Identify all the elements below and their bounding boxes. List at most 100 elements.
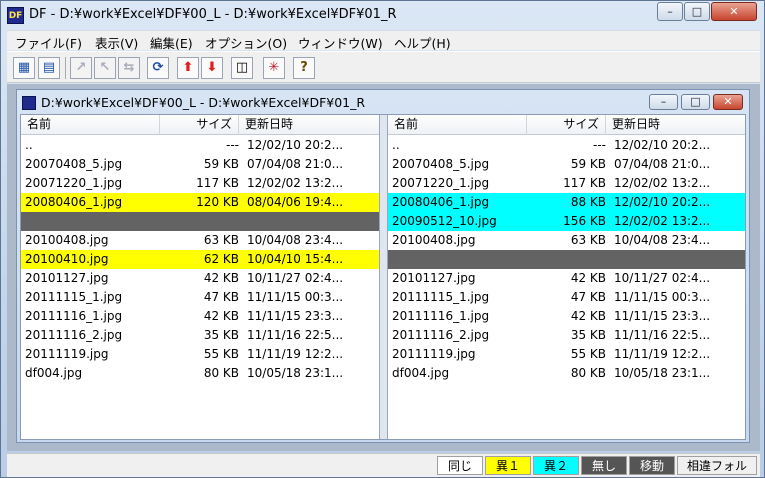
file-row[interactable]: df004.jpg 80 KB 10/05/18 23:1... — [388, 364, 745, 383]
copy-both-icon[interactable]: ⇆ — [118, 57, 140, 79]
col-size-header[interactable]: サイズ — [160, 115, 239, 135]
minimize-button[interactable]: – — [657, 2, 683, 21]
col-date-header[interactable]: 更新日時 — [606, 115, 745, 135]
menu-options[interactable]: オプション(O) — [205, 33, 287, 52]
file-name: 20090512_10.jpg — [392, 214, 497, 228]
toolbar-separator — [65, 57, 66, 79]
legend-diff-folder: 相違フォル — [677, 456, 757, 475]
file-date: 08/04/06 19:4... — [247, 195, 344, 209]
file-row[interactable]: 20101127.jpg 42 KB 10/11/27 02:4... — [21, 269, 379, 288]
file-row[interactable]: 20100408.jpg 63 KB 10/04/08 23:4... — [21, 231, 379, 250]
file-row[interactable]: 20111115_1.jpg 47 KB 11/11/15 00:3... — [388, 288, 745, 307]
file-size: 47 KB — [203, 290, 239, 304]
window-icon[interactable]: ◫ — [231, 57, 253, 79]
file-row[interactable] — [388, 250, 745, 269]
close-button[interactable]: ✕ — [711, 2, 757, 21]
menu-window[interactable]: ウィンドウ(W) — [298, 33, 383, 52]
file-row[interactable]: 20070408_5.jpg 59 KB 07/04/08 21:0... — [21, 155, 379, 174]
file-row[interactable]: df004.jpg 80 KB 10/05/18 23:1... — [21, 364, 379, 383]
copy-right-icon[interactable]: ↖ — [94, 57, 116, 79]
file-size: 63 KB — [203, 233, 239, 247]
file-name: 20101127.jpg — [392, 271, 476, 285]
file-size: 42 KB — [203, 309, 239, 323]
file-size: --- — [226, 138, 239, 152]
file-size: 59 KB — [203, 157, 239, 171]
right-file-list: .. --- 12/02/10 20:2... 20070408_5.jpg 59 KB… — [388, 136, 745, 383]
file-date: 10/04/08 23:4... — [247, 233, 344, 247]
file-name: 20101127.jpg — [25, 271, 109, 285]
menu-bar: ファイル(F) 表示(V) 編集(E) オプション(O) ウィンドウ(W) ヘル… — [7, 30, 760, 52]
file-row[interactable]: 20071220_1.jpg 117 KB 12/02/02 13:2... — [388, 174, 745, 193]
left-pane[interactable]: 名前 サイズ 更新日時 .. --- 12/02/10 20:2... 2007040… — [21, 115, 380, 439]
file-row[interactable]: 20111115_1.jpg 47 KB 11/11/15 00:3... — [21, 288, 379, 307]
file-name: .. — [392, 138, 400, 152]
title-bar[interactable]: DF DF - D:¥work¥Excel¥DF¥00_L - D:¥work¥… — [1, 1, 764, 29]
file-row[interactable]: 20111116_1.jpg 42 KB 11/11/15 23:3... — [388, 307, 745, 326]
compare-icon[interactable]: ▦ — [13, 57, 35, 79]
file-name: 20070408_5.jpg — [392, 157, 490, 171]
file-row[interactable]: 20070408_5.jpg 59 KB 07/04/08 21:0... — [388, 155, 745, 174]
file-row[interactable]: 20111119.jpg 55 KB 11/11/19 12:2... — [21, 345, 379, 364]
file-row[interactable]: 20111116_1.jpg 42 KB 11/11/15 23:3... — [21, 307, 379, 326]
file-date: 11/11/15 23:3... — [614, 309, 711, 323]
menu-view[interactable]: 表示(V) — [95, 33, 138, 52]
file-row[interactable]: .. --- 12/02/10 20:2... — [388, 136, 745, 155]
folder-compare-icon[interactable]: ▤ — [38, 57, 60, 79]
file-name: 20070408_5.jpg — [25, 157, 123, 171]
file-size: 47 KB — [570, 290, 606, 304]
compare-window: D:¥work¥Excel¥DF¥00_L - D:¥work¥Excel¥DF… — [16, 89, 750, 443]
file-size: 156 KB — [563, 214, 606, 228]
file-date: 07/04/08 21:0... — [247, 157, 344, 171]
download-icon[interactable]: ⬇ — [201, 57, 223, 79]
legend-diff2: 異２ — [533, 456, 579, 475]
refresh-icon[interactable]: ⟳ — [147, 57, 169, 79]
file-size: 55 KB — [570, 347, 606, 361]
menu-file[interactable]: ファイル(F) — [15, 33, 82, 52]
pane-splitter[interactable] — [380, 115, 387, 439]
file-row[interactable]: 20071220_1.jpg 117 KB 12/02/02 13:2... — [21, 174, 379, 193]
col-name-header[interactable]: 名前 — [388, 115, 527, 135]
file-name: 20071220_1.jpg — [392, 176, 490, 190]
file-size: 59 KB — [570, 157, 606, 171]
file-size: 120 KB — [196, 195, 239, 209]
menu-help[interactable]: ヘルプ(H) — [394, 33, 451, 52]
file-name: 20111119.jpg — [392, 347, 476, 361]
file-date: 10/05/18 23:1... — [247, 366, 344, 380]
file-row[interactable]: .. --- 12/02/10 20:2... — [21, 136, 379, 155]
copy-left-icon[interactable]: ↗ — [70, 57, 92, 79]
file-date: 11/11/19 12:2... — [247, 347, 344, 361]
file-row[interactable]: 20111116_2.jpg 35 KB 11/11/16 22:5... — [21, 326, 379, 345]
file-row[interactable]: 20111119.jpg 55 KB 11/11/19 12:2... — [388, 345, 745, 364]
file-row[interactable]: 20100410.jpg 62 KB 10/04/10 15:4... — [21, 250, 379, 269]
upload-icon[interactable]: ⬆ — [177, 57, 199, 79]
col-size-header[interactable]: サイズ — [527, 115, 606, 135]
file-date: 10/04/08 23:4... — [614, 233, 711, 247]
mdi-client: D:¥work¥Excel¥DF¥00_L - D:¥work¥Excel¥DF… — [7, 84, 760, 451]
child-minimize-button[interactable]: – — [649, 94, 678, 110]
file-date: 11/11/19 12:2... — [614, 347, 711, 361]
file-row[interactable]: 20080406_1.jpg 88 KB 12/02/10 20:2... — [388, 193, 745, 212]
file-date: 10/11/27 02:4... — [247, 271, 344, 285]
child-close-button[interactable]: ✕ — [713, 94, 743, 110]
right-pane[interactable]: 名前 サイズ 更新日時 .. --- 12/02/10 20:2... 2007040… — [387, 115, 745, 439]
legend-diff1: 異１ — [485, 456, 531, 475]
file-row[interactable] — [21, 212, 379, 231]
file-row[interactable]: 20090512_10.jpg 156 KB 12/02/02 13:2... — [388, 212, 745, 231]
split-icon[interactable]: ✳ — [263, 57, 285, 79]
file-date: 12/02/10 20:2... — [247, 138, 344, 152]
file-row[interactable]: 20080406_1.jpg 120 KB 08/04/06 19:4... — [21, 193, 379, 212]
file-row[interactable]: 20100408.jpg 63 KB 10/04/08 23:4... — [388, 231, 745, 250]
file-size: 117 KB — [196, 176, 239, 190]
file-row[interactable]: 20101127.jpg 42 KB 10/11/27 02:4... — [388, 269, 745, 288]
file-size: 62 KB — [203, 252, 239, 266]
file-name: 20111116_2.jpg — [25, 328, 123, 342]
file-size: 117 KB — [563, 176, 606, 190]
child-maximize-button[interactable]: □ — [681, 94, 710, 110]
col-date-header[interactable]: 更新日時 — [239, 115, 379, 135]
col-name-header[interactable]: 名前 — [21, 115, 160, 135]
maximize-button[interactable]: □ — [684, 2, 710, 21]
file-row[interactable]: 20111116_2.jpg 35 KB 11/11/16 22:5... — [388, 326, 745, 345]
menu-edit[interactable]: 編集(E) — [150, 33, 193, 52]
file-size: 63 KB — [570, 233, 606, 247]
help-icon[interactable]: ? — [293, 57, 315, 79]
